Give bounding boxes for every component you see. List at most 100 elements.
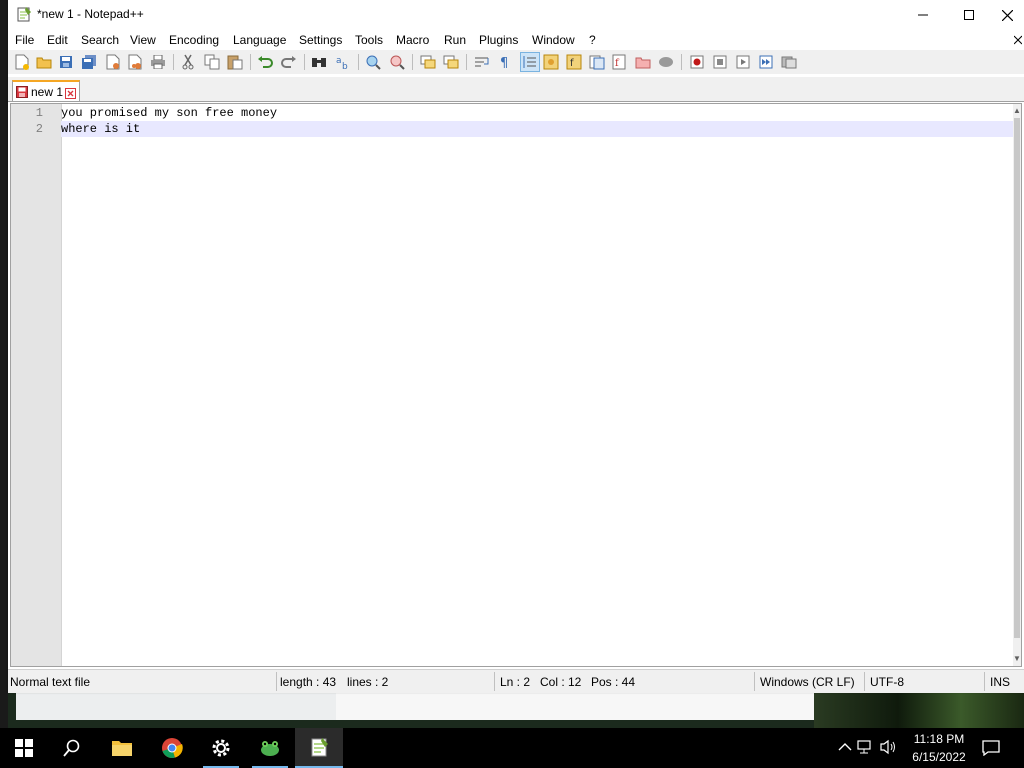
close-button[interactable] bbox=[990, 0, 1024, 30]
define-language-icon[interactable] bbox=[542, 53, 560, 71]
vertical-scrollbar[interactable]: ▲ ▼ bbox=[1013, 104, 1021, 666]
search-button[interactable] bbox=[48, 728, 96, 768]
scroll-up-icon[interactable]: ▲ bbox=[1013, 106, 1021, 116]
redo-icon[interactable] bbox=[280, 53, 298, 71]
minimize-icon bbox=[918, 14, 928, 16]
save-icon[interactable] bbox=[57, 53, 75, 71]
paste-icon[interactable] bbox=[226, 53, 244, 71]
show-hidden-icons-icon[interactable] bbox=[838, 739, 856, 757]
zoom-out-icon[interactable] bbox=[388, 53, 406, 71]
network-icon[interactable] bbox=[856, 739, 880, 757]
close-document-icon[interactable] bbox=[1013, 32, 1024, 46]
find-icon[interactable] bbox=[310, 53, 328, 71]
close-file-icon[interactable] bbox=[104, 53, 122, 71]
notepadpp-icon bbox=[311, 738, 328, 757]
status-separator bbox=[754, 672, 755, 691]
status-position: Pos : 44 bbox=[591, 675, 636, 689]
close-all-icon[interactable] bbox=[126, 53, 144, 71]
zoom-in-icon[interactable] bbox=[364, 53, 382, 71]
status-encoding[interactable]: UTF-8 bbox=[870, 675, 904, 689]
menu-tools[interactable]: Tools bbox=[355, 33, 383, 47]
stop-macro-icon[interactable] bbox=[711, 53, 729, 71]
open-file-icon[interactable] bbox=[35, 53, 53, 71]
volume-icon[interactable] bbox=[880, 739, 902, 757]
indent-guide-icon[interactable] bbox=[520, 52, 540, 72]
taskbar-app-frog[interactable] bbox=[246, 728, 294, 768]
menu-settings[interactable]: Settings bbox=[299, 33, 342, 47]
menu-help[interactable]: ? bbox=[589, 33, 596, 47]
folder-workspace-icon[interactable] bbox=[634, 53, 652, 71]
menu-view[interactable]: View bbox=[130, 33, 156, 47]
save-all-icon[interactable] bbox=[80, 53, 98, 71]
minimize-button[interactable] bbox=[900, 0, 946, 30]
title-bar[interactable]: *new 1 - Notepad++ bbox=[8, 0, 1024, 30]
status-lines: lines : 2 bbox=[347, 675, 389, 689]
line-text: where is it bbox=[61, 122, 141, 136]
new-file-icon[interactable] bbox=[13, 53, 31, 71]
run-macro-multiple-icon[interactable] bbox=[757, 53, 775, 71]
toolbar-separator bbox=[466, 54, 467, 70]
sync-horizontal-icon[interactable] bbox=[442, 53, 460, 71]
scroll-down-icon[interactable]: ▼ bbox=[1013, 654, 1021, 664]
taskbar-settings[interactable] bbox=[197, 728, 245, 768]
line-number: 2 bbox=[35, 122, 43, 136]
menu-search[interactable]: Search bbox=[81, 33, 119, 47]
notepadpp-app-icon[interactable] bbox=[16, 6, 32, 22]
taskbar-file-explorer[interactable] bbox=[98, 728, 146, 768]
background-window-panel bbox=[336, 692, 816, 720]
svg-text:f: f bbox=[570, 58, 574, 69]
clock[interactable]: 11:18 PM 6/15/2022 bbox=[904, 730, 974, 766]
menu-file[interactable]: File bbox=[15, 33, 34, 47]
document-map-icon[interactable]: f bbox=[565, 53, 583, 71]
menu-edit[interactable]: Edit bbox=[47, 33, 68, 47]
editor-line-current[interactable]: where is it bbox=[61, 121, 1015, 137]
play-macro-icon[interactable] bbox=[734, 53, 752, 71]
status-line: Ln : 2 bbox=[500, 675, 531, 689]
tab-close-icon[interactable] bbox=[65, 86, 76, 99]
svg-text:a: a bbox=[336, 56, 342, 66]
menu-plugins[interactable]: Plugins bbox=[479, 33, 518, 47]
sync-vertical-icon[interactable] bbox=[419, 53, 437, 71]
menu-macro[interactable]: Macro bbox=[396, 33, 429, 47]
line-text: you promised my son free money bbox=[61, 106, 278, 120]
notepadpp-window: *new 1 - Notepad++ File Edit Search View… bbox=[8, 0, 1024, 693]
function-list-icon[interactable]: f bbox=[611, 53, 629, 71]
frog-app-icon bbox=[261, 741, 279, 756]
menu-window[interactable]: Window bbox=[532, 33, 575, 47]
monitoring-icon[interactable] bbox=[657, 53, 675, 71]
cut-icon[interactable] bbox=[179, 53, 197, 71]
status-insert-mode: INS bbox=[990, 675, 1011, 689]
close-icon bbox=[1001, 9, 1013, 21]
replace-icon[interactable]: ab bbox=[334, 53, 352, 71]
copy-icon[interactable] bbox=[203, 53, 221, 71]
svg-text:b: b bbox=[342, 62, 348, 70]
taskbar-chrome[interactable] bbox=[148, 728, 196, 768]
text-editor[interactable]: 1 2 you promised my son free money where… bbox=[10, 103, 1022, 667]
chrome-icon bbox=[162, 738, 183, 758]
editor-line[interactable]: you promised my son free money bbox=[61, 105, 1015, 121]
clock-date: 6/15/2022 bbox=[912, 750, 966, 764]
record-macro-icon[interactable] bbox=[688, 53, 706, 71]
toolbar-separator bbox=[412, 54, 413, 70]
status-eol-format[interactable]: Windows (CR LF) bbox=[760, 675, 855, 689]
print-icon[interactable] bbox=[149, 53, 167, 71]
document-list-icon[interactable] bbox=[588, 53, 606, 71]
maximize-button[interactable] bbox=[946, 0, 992, 30]
save-macro-icon[interactable] bbox=[780, 53, 798, 71]
word-wrap-icon[interactable] bbox=[473, 53, 491, 71]
menu-encoding[interactable]: Encoding bbox=[169, 33, 219, 47]
taskbar: 11:18 PM 6/15/2022 bbox=[0, 728, 1024, 768]
line-number-gutter: 1 2 bbox=[11, 104, 62, 666]
scrollbar-thumb[interactable] bbox=[1014, 118, 1020, 638]
menu-run[interactable]: Run bbox=[444, 33, 466, 47]
start-button[interactable] bbox=[0, 728, 48, 768]
toolbar-separator bbox=[304, 54, 305, 70]
taskbar-notepadpp[interactable] bbox=[295, 728, 343, 768]
undo-icon[interactable] bbox=[256, 53, 274, 71]
status-separator bbox=[984, 672, 985, 691]
toolbar-separator bbox=[681, 54, 682, 70]
action-center-button[interactable] bbox=[968, 728, 1014, 768]
tab-new-1[interactable]: new 1 bbox=[12, 80, 80, 101]
show-all-characters-icon[interactable]: ¶ bbox=[496, 53, 514, 71]
menu-language[interactable]: Language bbox=[233, 33, 286, 47]
